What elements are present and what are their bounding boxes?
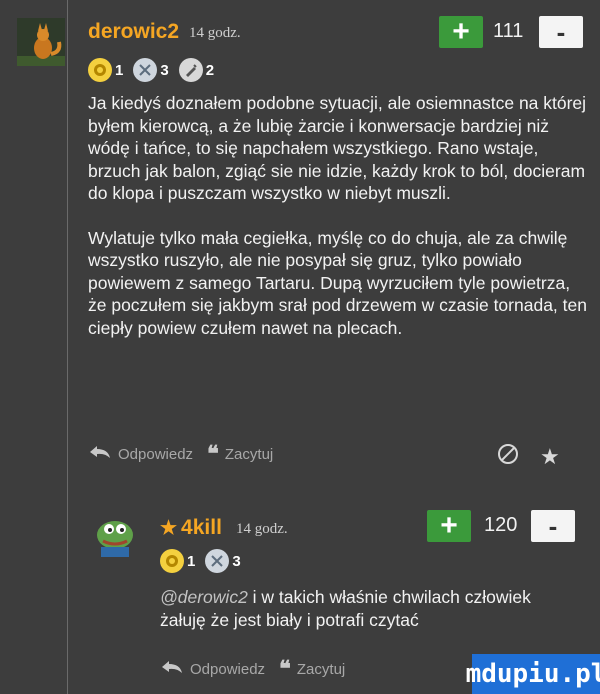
badge[interactable]: 1	[88, 58, 129, 82]
badge-count: 2	[205, 61, 215, 79]
reply-button[interactable]: Odpowiedz	[160, 659, 265, 680]
plus-icon: +	[452, 15, 470, 48]
comment-paragraph: Wylatuje tylko mała cegiełka, myślę co d…	[88, 227, 587, 338]
comment-tools: ★	[496, 442, 560, 472]
badge[interactable]: 2	[178, 58, 220, 82]
user-mention-link[interactable]: @derowic2	[160, 587, 248, 607]
vote-score: 120	[484, 514, 518, 536]
reply-arrow-icon	[160, 659, 184, 680]
avatar[interactable]	[17, 18, 65, 66]
badge[interactable]: 1	[160, 549, 201, 573]
favorite-star-icon[interactable]: ★	[540, 444, 560, 470]
report-icon[interactable]	[496, 442, 520, 472]
badge-count: 1	[187, 552, 196, 570]
gold-medal-icon	[160, 549, 184, 573]
quote-label: Zacytuj	[296, 660, 346, 678]
comment-body: Ja kiedyś doznałem podobne sytuacji, ale…	[88, 92, 593, 339]
starred-user-icon: ★	[160, 518, 178, 539]
plus-icon: +	[440, 509, 458, 542]
timestamp[interactable]: 14 godz.	[189, 25, 241, 42]
badge-row: 1 3	[160, 549, 247, 573]
gold-medal-icon	[88, 58, 112, 82]
quote-button[interactable]: ❝ Zacytuj	[279, 656, 345, 682]
username[interactable]: derowic2	[88, 20, 179, 44]
watermark-logo: mdupiu.pl	[466, 654, 600, 694]
badge-count: 1	[115, 61, 124, 79]
quote-label: Zacytuj	[224, 445, 274, 463]
pen-badge-icon	[178, 58, 203, 82]
username-text: 4kill	[181, 516, 222, 539]
timestamp[interactable]: 14 godz.	[236, 521, 288, 538]
badge[interactable]: 3	[205, 549, 246, 573]
comment-paragraph: @derowic2 i w takich właśnie chwilach cz…	[160, 586, 580, 631]
silver-medal-icon	[205, 549, 230, 573]
minus-icon: -	[548, 511, 558, 541]
vote-score: 111	[493, 20, 524, 42]
reply-label: Odpowiedz	[118, 445, 194, 463]
comment-body: @derowic2 i w takich właśnie chwilach cz…	[160, 586, 580, 631]
upvote-button[interactable]: +	[439, 16, 483, 48]
quote-icon: ❝	[279, 656, 291, 682]
reply-arrow-icon	[88, 444, 112, 465]
reply-label: Odpowiedz	[190, 660, 266, 678]
badge-row: 1 3 2	[88, 58, 220, 82]
comment-paragraph: Ja kiedyś doznałem podobne sytuacji, ale…	[88, 93, 587, 203]
minus-icon: -	[556, 17, 566, 47]
badge[interactable]: 3	[133, 58, 174, 82]
comment-actions: Odpowiedz ❝ Zacytuj	[88, 441, 287, 467]
username[interactable]: ★ 4kill	[160, 516, 222, 540]
downvote-button[interactable]: -	[531, 510, 575, 542]
upvote-button[interactable]: +	[427, 510, 471, 542]
reply-button[interactable]: Odpowiedz	[88, 444, 193, 465]
quote-button[interactable]: ❝ Zacytuj	[207, 441, 273, 467]
watermark-text: mdupiu.pl	[465, 659, 600, 689]
thread-line	[67, 0, 68, 694]
quote-icon: ❝	[207, 441, 219, 467]
downvote-button[interactable]: -	[539, 16, 583, 48]
badge-count: 3	[160, 61, 169, 79]
badge-count: 3	[232, 552, 241, 570]
silver-medal-icon	[133, 58, 158, 82]
avatar[interactable]	[93, 511, 141, 559]
comment-actions: Odpowiedz ❝ Zacytuj	[160, 656, 359, 682]
